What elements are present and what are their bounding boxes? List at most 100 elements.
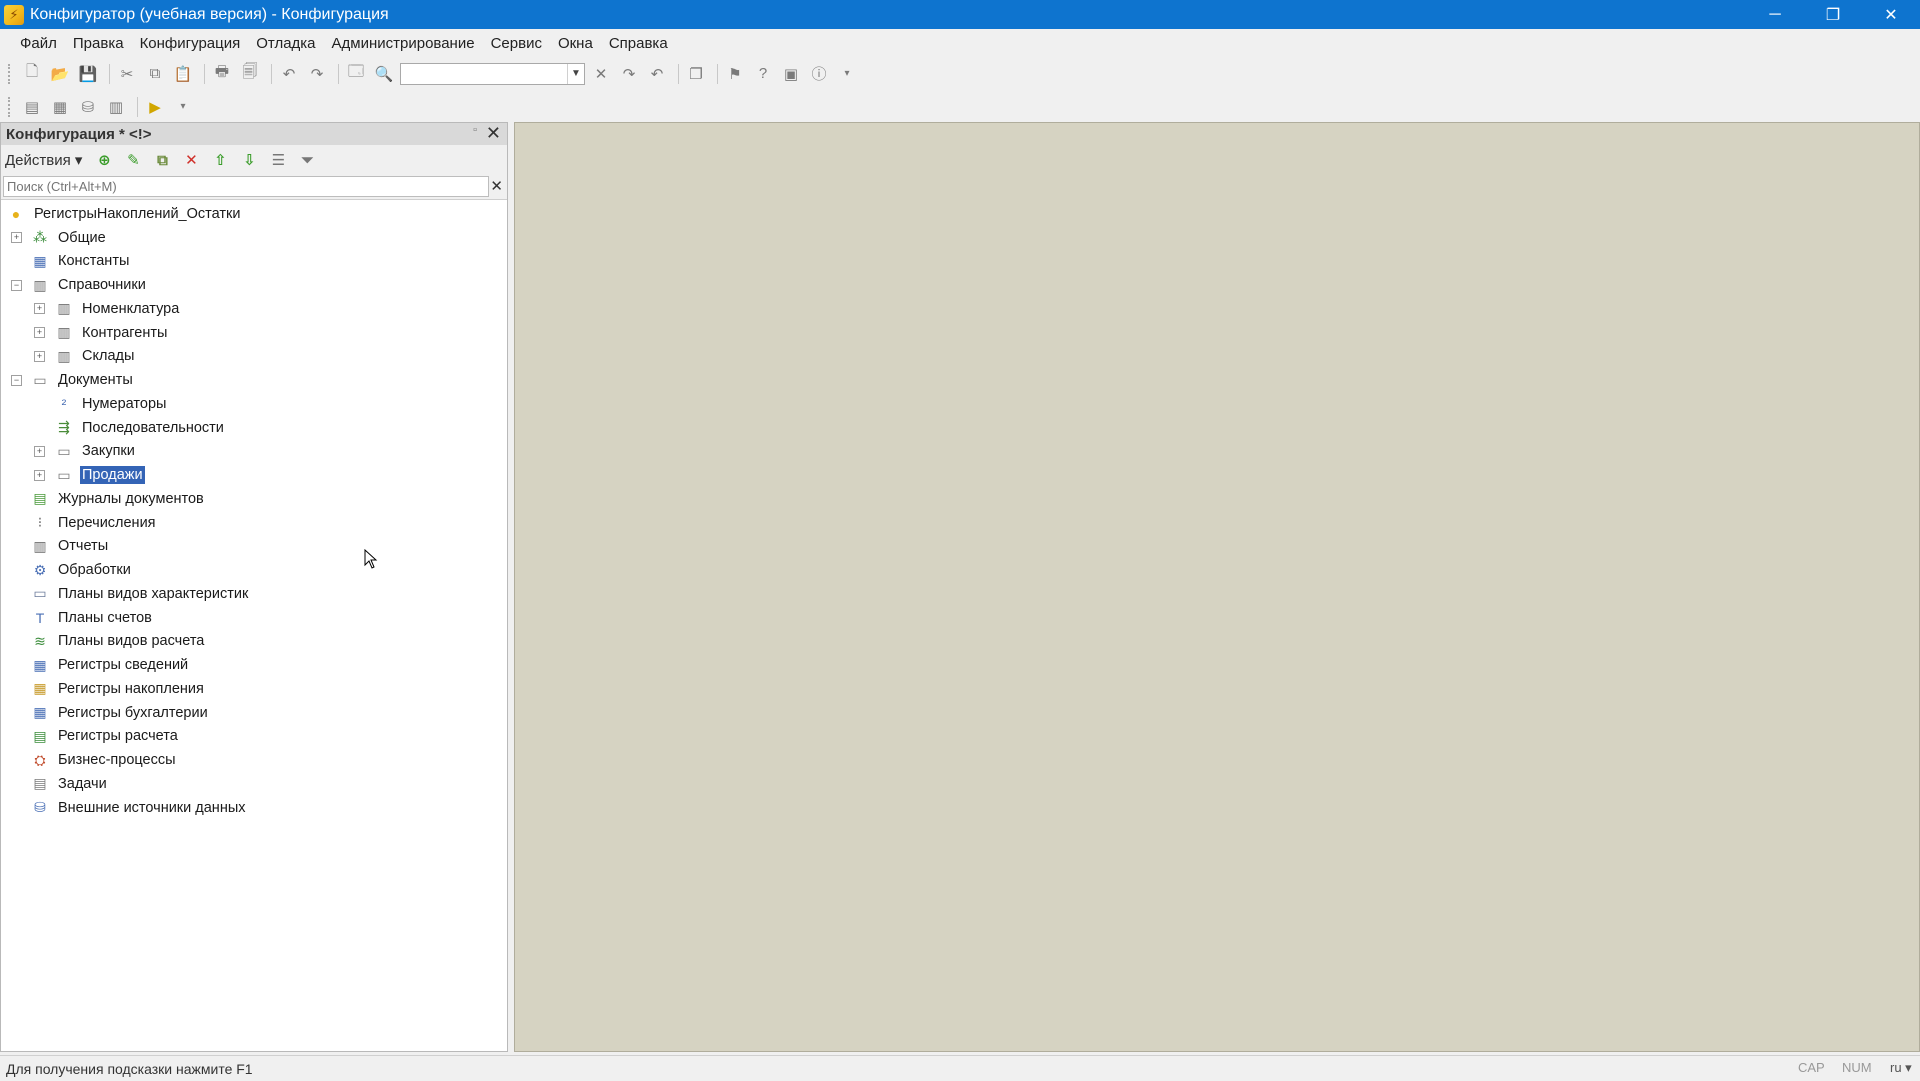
tree-row[interactable]: + ▭ Продажи	[1, 463, 507, 487]
search-icon[interactable]: 🔍	[372, 62, 396, 86]
tree-item-label[interactable]: Регистры бухгалтерии	[58, 705, 208, 721]
menu-windows[interactable]: Окна	[558, 35, 593, 52]
undo-icon[interactable]: ↶	[277, 62, 301, 86]
tree-row[interactable]: ⇶ Последовательности	[1, 416, 507, 440]
tree-item-label[interactable]: Продажи	[80, 466, 145, 485]
new-file-icon[interactable]: 🗋	[20, 62, 44, 86]
tree-item-label[interactable]: Регистры накопления	[58, 681, 204, 697]
filter-icon[interactable]: ⏷	[297, 150, 317, 170]
tree-row[interactable]: + ▥ Номенклатура	[1, 297, 507, 321]
tree-row[interactable]: + ▥ Склады	[1, 345, 507, 369]
tree-item-label[interactable]: РегистрыНакоплений_Остатки	[34, 206, 240, 222]
tree-row[interactable]: ▤ Задачи	[1, 772, 507, 796]
compare-icon[interactable]: ▦	[48, 95, 72, 119]
help-contents-icon[interactable]: ▣	[779, 62, 803, 86]
tree-row[interactable]: ▥ Отчеты	[1, 535, 507, 559]
expand-icon[interactable]: +	[34, 469, 45, 481]
tree-item-label[interactable]: Общие	[58, 230, 106, 246]
chevron-down-icon[interactable]: ▼	[567, 63, 584, 84]
toolbar-grip[interactable]	[8, 96, 14, 117]
restore-button[interactable]: ❐	[1804, 0, 1862, 29]
clear-icon[interactable]: ✕	[490, 177, 503, 195]
info-icon[interactable]: ⓘ	[807, 62, 831, 86]
windows-list-icon[interactable]: ❐	[684, 62, 708, 86]
minimize-button[interactable]: ─	[1746, 0, 1804, 29]
info-dropdown-icon[interactable]: ▾	[835, 62, 859, 86]
tree-row[interactable]: ▤ Регистры расчета	[1, 725, 507, 749]
menu-service[interactable]: Сервис	[491, 35, 542, 52]
language-indicator[interactable]: ru ▾	[1890, 1060, 1912, 1076]
copy-object-icon[interactable]: ⧉	[152, 150, 172, 170]
tree-row[interactable]: − ▭ Документы	[1, 368, 507, 392]
tree-row[interactable]: − ▥ Справочники	[1, 273, 507, 297]
find-next-icon[interactable]: ↷	[617, 62, 641, 86]
syntax-assistant-icon[interactable]: ⚑	[723, 62, 747, 86]
tree-row[interactable]: ▦ Константы	[1, 250, 507, 274]
tree-item-label[interactable]: Задачи	[58, 776, 107, 792]
cut-icon[interactable]: ✂	[115, 62, 139, 86]
save-icon[interactable]: 💾	[76, 62, 100, 86]
tree-item-label[interactable]: Обработки	[58, 562, 131, 578]
tree-row[interactable]: ▦ Регистры сведений	[1, 653, 507, 677]
tree-row[interactable]: ⁝ Перечисления	[1, 511, 507, 535]
close-panel-icon[interactable]: ✕	[486, 123, 501, 144]
clear-search-icon[interactable]: ✕	[589, 62, 613, 86]
tree-item-label[interactable]: Журналы документов	[58, 491, 204, 507]
menu-configuration[interactable]: Конфигурация	[140, 35, 241, 52]
update-db-icon[interactable]: ⛁	[76, 95, 100, 119]
tree-row[interactable]: ▭ Планы видов характеристик	[1, 582, 507, 606]
tree-item-label[interactable]: Регистры расчета	[58, 728, 178, 744]
collapse-icon[interactable]: −	[11, 279, 22, 291]
tree-row[interactable]: ▦ Регистры бухгалтерии	[1, 701, 507, 725]
edit-icon[interactable]: ✎	[123, 150, 143, 170]
tree-item-label[interactable]: Контрагенты	[82, 325, 167, 341]
tree-item-label[interactable]: Справочники	[58, 277, 146, 293]
menu-edit[interactable]: Правка	[73, 35, 124, 52]
tree-row[interactable]: Т Планы счетов	[1, 606, 507, 630]
help-search-icon[interactable]: ?	[751, 62, 775, 86]
toolbar-grip[interactable]	[8, 63, 14, 84]
print-preview-icon[interactable]: 🗐	[238, 62, 262, 86]
run-debug-icon[interactable]: ▶	[143, 95, 167, 119]
panel-search-input[interactable]	[3, 176, 489, 197]
move-down-icon[interactable]: ⇩	[239, 150, 259, 170]
tree-row[interactable]: ▦ Регистры накопления	[1, 677, 507, 701]
tree-row[interactable]: + ⁂ Общие	[1, 226, 507, 250]
tree-row[interactable]: + ▥ Контрагенты	[1, 321, 507, 345]
menu-debug[interactable]: Отладка	[256, 35, 315, 52]
actions-menu[interactable]: Действия ▾	[5, 151, 82, 169]
copy-icon[interactable]: ⧉	[143, 62, 167, 86]
tree-item-label[interactable]: Отчеты	[58, 538, 108, 554]
tree-item-label[interactable]: Внешние источники данных	[58, 800, 246, 816]
tree-row[interactable]: + ▭ Закупки	[1, 440, 507, 464]
tree-row[interactable]: ▤ Журналы документов	[1, 487, 507, 511]
menu-help[interactable]: Справка	[609, 35, 668, 52]
menu-file[interactable]: Файл	[20, 35, 57, 52]
expand-icon[interactable]: +	[34, 350, 45, 362]
tree-item-label[interactable]: Константы	[58, 253, 129, 269]
table-icon[interactable]: ▥	[104, 95, 128, 119]
search-combo[interactable]: ▼	[400, 62, 585, 85]
delete-icon[interactable]: ✕	[181, 150, 201, 170]
add-icon[interactable]: ⊕	[94, 150, 114, 170]
collapse-icon[interactable]: −	[11, 374, 22, 386]
tree-item-label[interactable]: Регистры сведений	[58, 657, 188, 673]
tree-item-label[interactable]: Склады	[82, 348, 134, 364]
tree-item-label[interactable]: Планы видов расчета	[58, 633, 204, 649]
tree-item-label[interactable]: Номенклатура	[82, 301, 179, 317]
tree-row[interactable]: ⚙ Обработки	[1, 558, 507, 582]
tree-item-label[interactable]: Бизнес-процессы	[58, 752, 176, 768]
menu-administration[interactable]: Администрирование	[332, 35, 475, 52]
tree-row[interactable]: ⛁ Внешние источники данных	[1, 796, 507, 820]
find-in-window-icon[interactable]: 🗔	[344, 62, 368, 86]
tree-item-label[interactable]: Планы счетов	[58, 610, 152, 626]
tree-row[interactable]: ² Нумераторы	[1, 392, 507, 416]
tree-item-label[interactable]: Закупки	[82, 443, 135, 459]
tree-item-label[interactable]: Документы	[58, 372, 133, 388]
pin-icon[interactable]: ▫	[473, 124, 477, 136]
close-button[interactable]: ✕	[1862, 0, 1920, 29]
paste-icon[interactable]: 📋	[171, 62, 195, 86]
expand-icon[interactable]: +	[11, 232, 22, 244]
open-file-icon[interactable]: 📂	[48, 62, 72, 86]
tree-row[interactable]: ≋ Планы видов расчета	[1, 630, 507, 654]
